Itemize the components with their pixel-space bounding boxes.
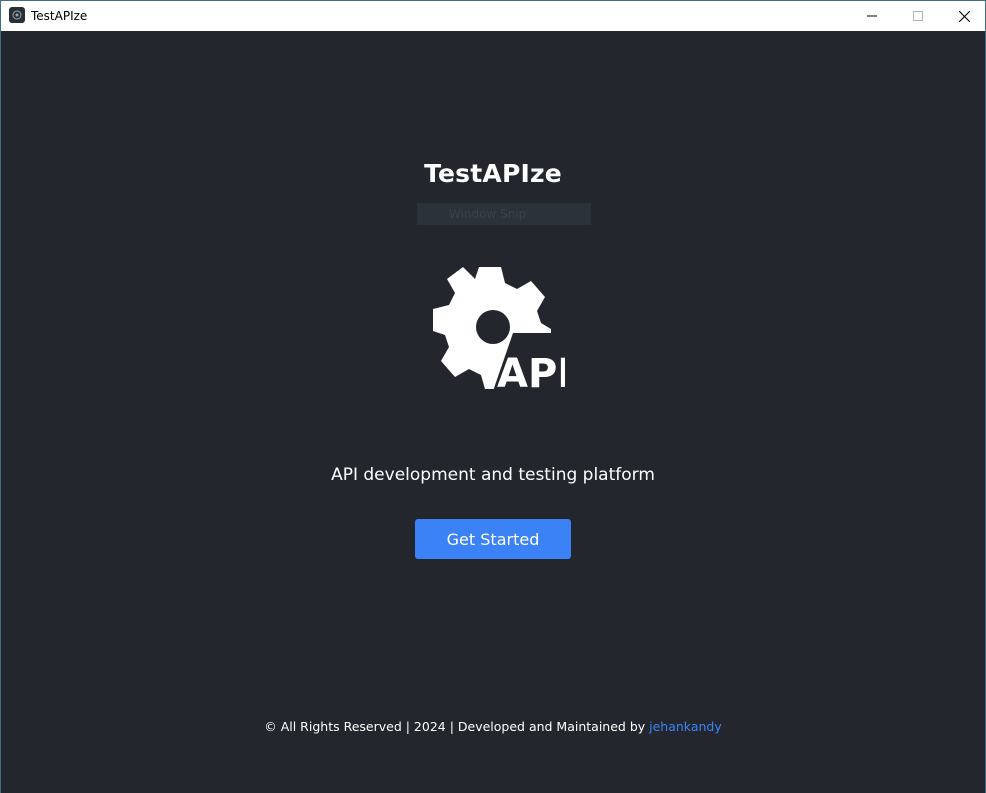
gear-api-logo-icon: API [433,267,565,391]
main-content: TestAPIze Window Snip API API developmen… [1,31,985,793]
footer-text: © All Rights Reserved | 2024 | Developed… [264,719,650,734]
app-title: TestAPIze [424,159,562,188]
tagline: API development and testing platform [331,465,655,485]
window-snip-overlay: Window Snip [417,203,591,225]
window-title: TestAPIze [31,9,88,23]
footer: © All Rights Reserved | 2024 | Developed… [1,719,985,734]
minimize-icon [867,15,877,17]
close-icon [958,10,970,22]
maximize-button[interactable] [895,1,941,31]
close-button[interactable] [941,1,986,31]
logo-api-text: API [497,351,565,391]
get-started-button[interactable]: Get Started [415,519,571,559]
maximize-icon [913,11,923,21]
app-icon [9,7,25,23]
app-window: TestAPIze TestAPIze Window Snip API API … [0,0,986,793]
author-link[interactable]: jehankandy [649,719,722,734]
minimize-button[interactable] [849,1,895,31]
title-bar[interactable]: TestAPIze [1,1,985,31]
